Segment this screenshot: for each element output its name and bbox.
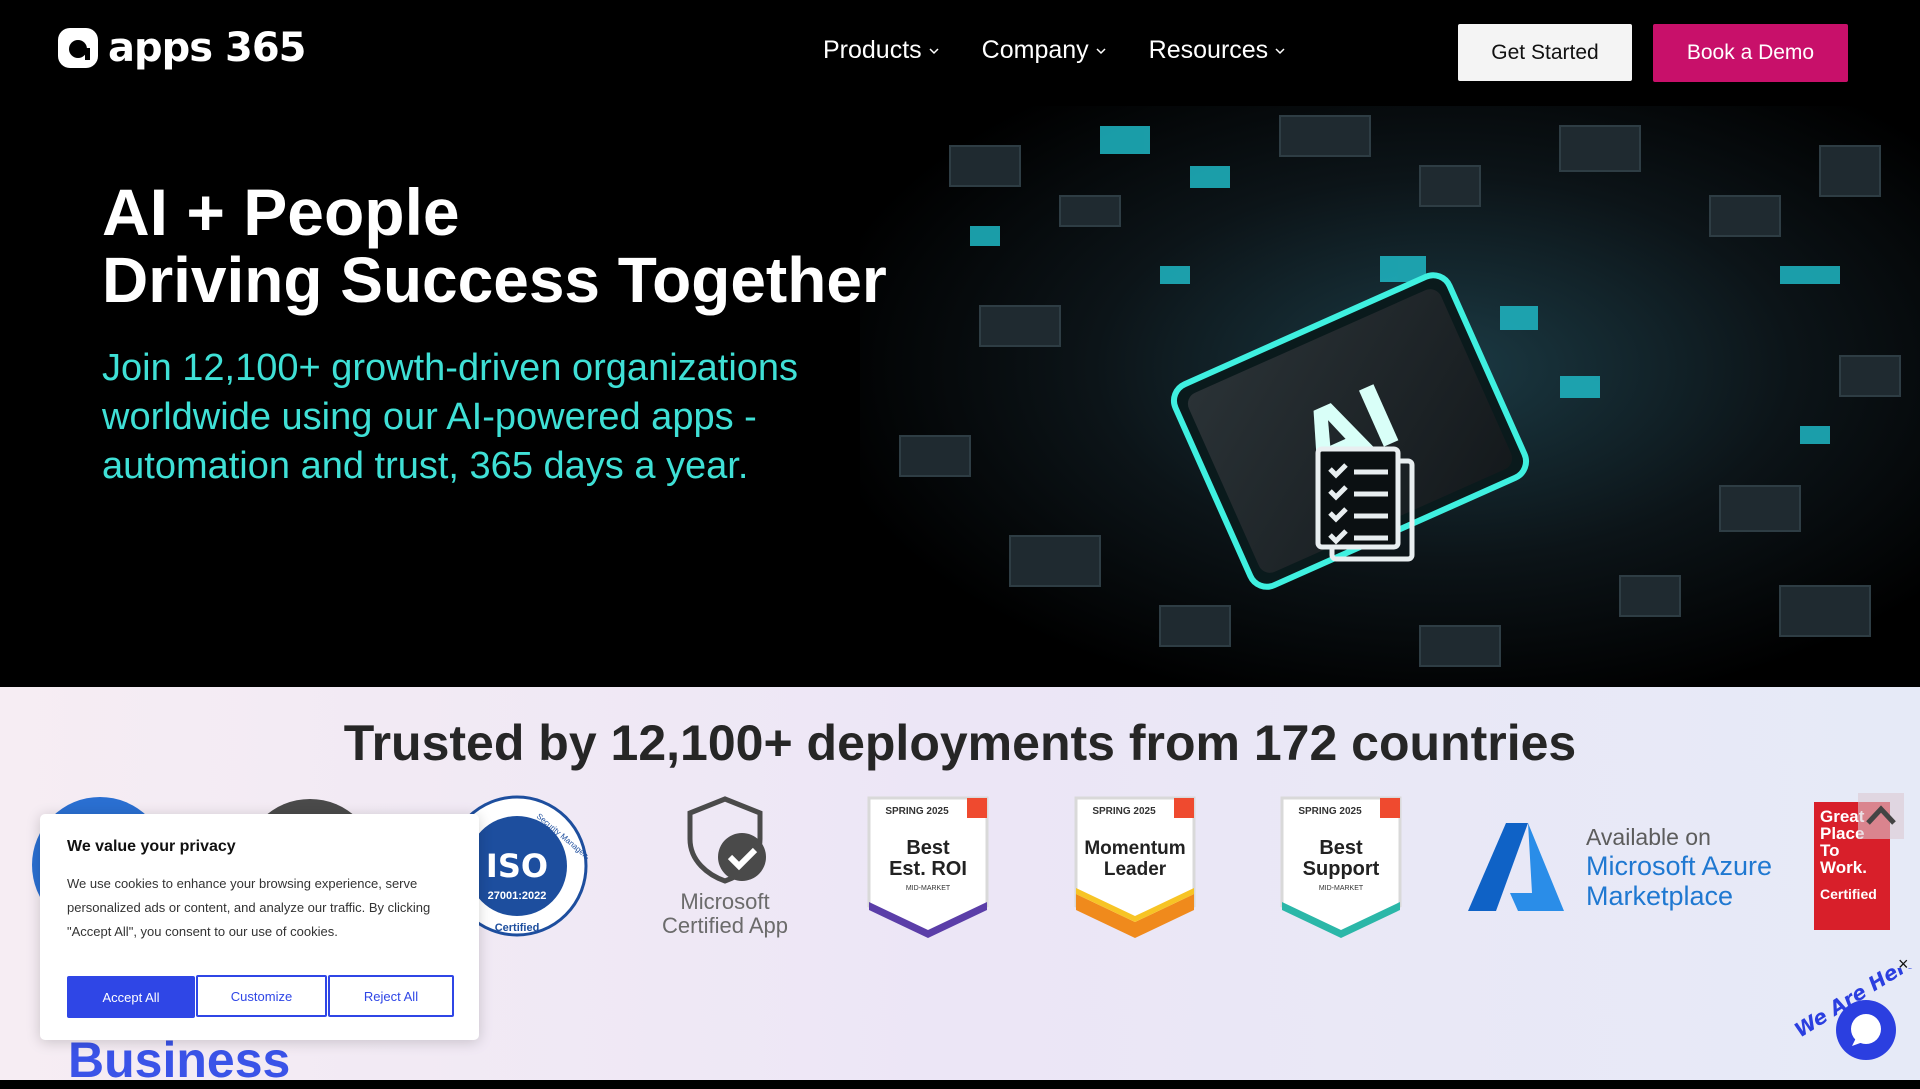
g2-line2: Est. ROI	[889, 858, 967, 880]
shield-check-icon	[687, 796, 766, 884]
azure-line2: Microsoft Azure	[1586, 851, 1773, 881]
chevron-down-icon	[929, 47, 939, 54]
azure-line3: Marketplace	[1586, 881, 1734, 911]
g2-segment: MID-MARKET	[906, 885, 951, 892]
hero-description: Join 12,100+ growth-driven organizations…	[102, 347, 799, 487]
g2-season: SPRING 2025	[1092, 806, 1156, 817]
azure-marketplace-badge: Available on Microsoft Azure Marketplace	[1466, 817, 1796, 917]
hero-section: AI AI + People Driving Success Together …	[0, 106, 1920, 687]
nav-company[interactable]: Company	[982, 36, 1107, 65]
chat-bubble-icon	[1851, 1014, 1881, 1046]
checklist-icon	[1315, 446, 1415, 562]
accept-all-button[interactable]: Accept All	[67, 976, 195, 1018]
microsoft-certified-badge: Microsoft Certified App	[655, 795, 795, 945]
nav-products[interactable]: Products	[823, 36, 940, 65]
g2-season: SPRING 2025	[1298, 806, 1362, 817]
get-started-button[interactable]: Get Started	[1458, 24, 1632, 81]
nav-products-label: Products	[823, 36, 922, 64]
trust-title: Trusted by 12,100+ deployments from 172 …	[343, 715, 1577, 771]
cookie-description: We use cookies to enhance your browsing …	[67, 876, 431, 939]
iso-code: ISO	[486, 847, 548, 885]
azure-logo-icon	[1468, 823, 1564, 911]
chevron-up-icon	[1866, 805, 1896, 825]
gptw-line5: Certified	[1820, 886, 1877, 902]
iso-standard: 27001:2022	[488, 890, 547, 902]
hero-subtitle: Driving Success Together	[102, 244, 887, 316]
ms-line2: Certified App	[662, 913, 788, 938]
g2-line2: Support	[1303, 858, 1380, 880]
chat-launcher-button[interactable]	[1836, 1000, 1896, 1060]
nav-resources[interactable]: Resources	[1149, 36, 1287, 65]
g2-line2: Leader	[1104, 859, 1167, 880]
g2-season: SPRING 2025	[885, 806, 949, 817]
iso-status: Certified	[495, 922, 540, 934]
scroll-to-top-button[interactable]	[1858, 793, 1904, 839]
ai-chip-illustration: AI	[860, 106, 1920, 687]
logo-mark-icon	[58, 28, 98, 68]
g2-segment: MID-MARKET	[1319, 885, 1364, 892]
apps365-logo[interactable]: apps 365	[58, 28, 306, 68]
azure-line1: Available on	[1586, 824, 1711, 850]
reject-all-button[interactable]: Reject All	[328, 975, 454, 1017]
cookie-consent-banner: We value your privacy We use cookies to …	[40, 814, 479, 1040]
g2-line1: Best	[1319, 837, 1363, 859]
g2-badge-best-roi: SPRING 2025 Best Est. ROI MID-MARKET	[867, 796, 989, 938]
nav-resources-label: Resources	[1148, 36, 1269, 64]
g2-badge-momentum-leader: SPRING 2025 Momentum Leader	[1074, 796, 1196, 938]
main-nav: Products Company Resources	[823, 36, 1286, 65]
customize-button[interactable]: Customize	[196, 975, 327, 1017]
cookie-title: We value your privacy	[67, 838, 236, 855]
ms-line1: Microsoft	[680, 889, 770, 914]
gptw-line3: To	[1820, 841, 1840, 860]
g2-line1: Momentum	[1084, 838, 1185, 859]
g2-badge-best-support: SPRING 2025 Best Support MID-MARKET	[1280, 796, 1402, 938]
chevron-down-icon	[1275, 47, 1285, 54]
nav-company-label: Company	[981, 36, 1089, 64]
logo-text: apps 365	[108, 25, 306, 71]
hero-title: AI + People	[102, 175, 460, 249]
book-demo-button[interactable]: Book a Demo	[1653, 24, 1848, 82]
g2-line1: Best	[906, 837, 950, 859]
gptw-line4: Work.	[1820, 858, 1867, 877]
chevron-down-icon	[1096, 47, 1106, 54]
site-header: apps 365 Products Company Resources Get …	[0, 0, 1920, 106]
